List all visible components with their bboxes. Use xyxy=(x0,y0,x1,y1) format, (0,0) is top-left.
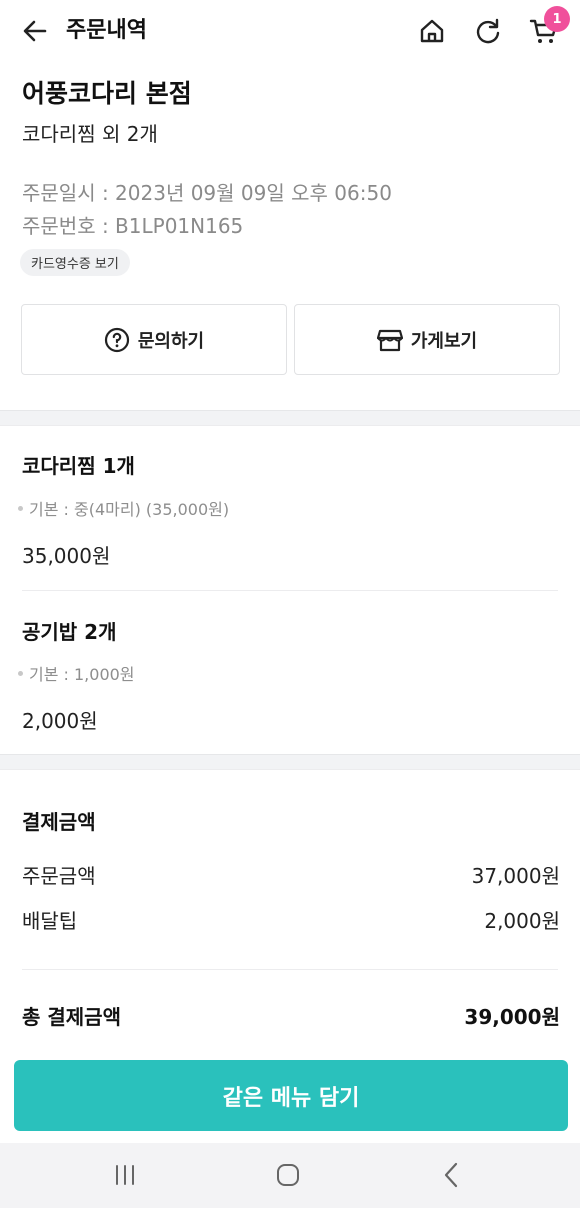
system-nav-bar xyxy=(0,1143,580,1208)
order-summary: 코다리찜 외 2개 xyxy=(22,122,158,146)
refresh-icon xyxy=(476,18,500,44)
delivery-tip-row: 배달팁 2,000원 xyxy=(22,905,560,934)
item-price: 2,000원 xyxy=(22,709,98,733)
bullet-icon xyxy=(18,670,23,676)
order-amount-label: 주문금액 xyxy=(22,864,96,888)
delivery-tip-label: 배달팁 xyxy=(22,909,78,933)
section-divider xyxy=(0,410,580,426)
total-value: 39,000원 xyxy=(464,1005,560,1029)
back-nav-icon xyxy=(444,1162,458,1188)
top-bar: 주문내역 1 xyxy=(0,0,580,62)
item-option: 기본 : 중(4마리) (35,000원) xyxy=(18,496,229,520)
home-icon xyxy=(420,19,444,43)
view-store-label: 가게보기 xyxy=(410,330,478,352)
view-store-button[interactable]: 가게보기 xyxy=(294,304,560,375)
bullet-icon xyxy=(18,505,23,511)
inquiry-button[interactable]: 문의하기 xyxy=(21,304,287,375)
item-name: 코다리찜 1개 xyxy=(22,454,135,478)
store-icon xyxy=(376,329,403,351)
refresh-button[interactable] xyxy=(471,14,505,48)
home-button[interactable] xyxy=(415,14,449,48)
cart-count-badge: 1 xyxy=(544,6,570,32)
home-nav-icon xyxy=(277,1164,299,1186)
home-nav-button[interactable] xyxy=(268,1157,308,1193)
order-number: 주문번호 : B1LP01N165 xyxy=(22,214,244,238)
order-amount-value: 37,000원 xyxy=(471,864,560,888)
item-option-text: 기본 : 1,000원 xyxy=(29,665,135,684)
card-receipt-button[interactable]: 카드영수증 보기 xyxy=(20,249,130,276)
total-label: 총 결제금액 xyxy=(22,1005,121,1029)
section-divider xyxy=(0,754,580,770)
total-row: 총 결제금액 39,000원 xyxy=(22,1001,560,1030)
item-name: 공기밥 2개 xyxy=(22,620,117,644)
recent-apps-button[interactable] xyxy=(105,1157,145,1193)
item-separator xyxy=(22,590,558,591)
back-button[interactable] xyxy=(18,14,52,48)
page-title: 주문내역 xyxy=(66,18,147,43)
item-option: 기본 : 1,000원 xyxy=(18,661,135,685)
item-price: 35,000원 xyxy=(22,544,111,568)
delivery-tip-value: 2,000원 xyxy=(484,909,560,933)
add-same-menu-button[interactable]: 같은 메뉴 담기 xyxy=(14,1060,568,1131)
order-date: 주문일시 : 2023년 09월 09일 오후 06:50 xyxy=(22,181,392,205)
question-circle-icon xyxy=(104,327,129,352)
store-name: 어풍코다리 본점 xyxy=(22,79,192,108)
item-option-text: 기본 : 중(4마리) (35,000원) xyxy=(29,500,230,519)
back-arrow-icon xyxy=(23,20,47,42)
payment-title: 결제금액 xyxy=(22,810,96,834)
recent-apps-icon xyxy=(116,1165,134,1185)
inquiry-label: 문의하기 xyxy=(137,330,205,352)
back-nav-button[interactable] xyxy=(431,1157,471,1193)
order-amount-row: 주문금액 37,000원 xyxy=(22,860,560,889)
payment-separator xyxy=(22,969,558,970)
